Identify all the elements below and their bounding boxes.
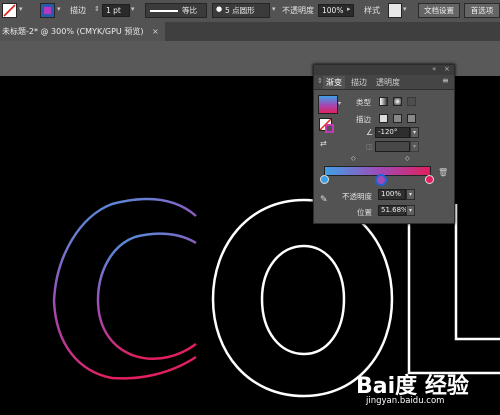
angle-icon: ∠ bbox=[366, 128, 374, 137]
profile-line-icon bbox=[150, 10, 178, 12]
midpoint-diamond-icon[interactable]: ◇ bbox=[351, 155, 356, 162]
panel-tabs: ⇕ 渐变 描边 透明度 ≡ bbox=[314, 75, 454, 90]
stroke-stepper-icon[interactable]: ⇕ bbox=[94, 5, 100, 13]
eyedropper-icon[interactable]: ✎ bbox=[320, 195, 328, 205]
style-dropdown-icon[interactable]: ▾ bbox=[403, 5, 411, 15]
color-stop-right[interactable] bbox=[425, 175, 434, 184]
stroke-along-icon[interactable] bbox=[393, 114, 402, 123]
color-stop-middle[interactable] bbox=[375, 174, 387, 186]
no-fill-icon bbox=[3, 4, 16, 17]
stroke-dropdown-icon[interactable]: ▾ bbox=[57, 5, 65, 15]
brush-dot-icon: ● bbox=[216, 5, 223, 13]
panel-grip-icon: ⇕ bbox=[317, 77, 323, 85]
brush-select[interactable]: ● 5 点圆形 bbox=[212, 3, 270, 18]
aspect-dropdown-icon: ▾ bbox=[410, 141, 419, 152]
stop-opacity-label: 不透明度 bbox=[342, 192, 372, 201]
close-tab-icon[interactable]: × bbox=[152, 27, 159, 36]
watermark-url: jingyan.baidu.com bbox=[366, 396, 445, 406]
angle-input[interactable]: -120° bbox=[375, 127, 410, 138]
control-bar: ▾ ▾ 描边 ⇕ 1 pt ▾ 等比 ● 5 点圆形 ▾ 不透明度 100% ▸… bbox=[0, 0, 500, 23]
trash-icon[interactable]: 🗑 bbox=[438, 168, 448, 177]
linear-gradient-icon[interactable] bbox=[379, 97, 388, 106]
stop-opacity-dropdown-icon[interactable]: ▾ bbox=[406, 189, 415, 200]
brush-dropdown-icon[interactable]: ▾ bbox=[272, 5, 280, 15]
stroke-swatch[interactable] bbox=[40, 3, 55, 18]
baidu-watermark: Bai度 经验 jingyan.baidu.com bbox=[356, 368, 496, 413]
style-label: 样式 bbox=[364, 6, 380, 15]
stroke-within-icon[interactable] bbox=[379, 114, 388, 123]
doc-settings-button[interactable]: 文档设置 bbox=[418, 3, 460, 18]
letter-c-inner-path[interactable] bbox=[96, 232, 197, 360]
gradient-panel: « × ⇕ 渐变 描边 透明度 ≡ ▾ ⇄ 类型 描边 ∠ -120° ▾ ◫ … bbox=[313, 64, 455, 224]
letter-l-inner-path[interactable] bbox=[454, 204, 500, 341]
radial-gradient-icon[interactable] bbox=[393, 97, 402, 106]
aspect-ratio-input bbox=[375, 141, 410, 152]
gradient-preview-swatch[interactable] bbox=[318, 95, 338, 114]
tab-stroke[interactable]: 描边 bbox=[351, 76, 367, 89]
stroke-indicator-icon[interactable] bbox=[325, 124, 334, 133]
aspect-ratio-icon: ◫ bbox=[366, 142, 374, 151]
reverse-gradient-icon[interactable]: ⇄ bbox=[320, 139, 327, 148]
tab-gradient[interactable]: 渐变 bbox=[323, 76, 345, 89]
style-swatch[interactable] bbox=[388, 3, 402, 18]
stop-opacity-input[interactable]: 100% bbox=[378, 189, 406, 200]
document-tab-title: 未标题-2* @ 300% (CMYK/GPU 预览) bbox=[2, 27, 144, 36]
location-dropdown-icon[interactable]: ▾ bbox=[406, 205, 415, 216]
letter-l-outer-path[interactable] bbox=[407, 221, 500, 375]
document-tab[interactable]: 未标题-2* @ 300% (CMYK/GPU 预览) × bbox=[0, 22, 165, 41]
freeform-gradient-icon bbox=[407, 97, 416, 106]
stroke-profile-label: 等比 bbox=[182, 6, 197, 15]
panel-menu-icon[interactable]: ≡ bbox=[442, 76, 449, 85]
stroke-weight-input[interactable]: 1 pt bbox=[102, 4, 130, 17]
document-tab-bar: 未标题-2* @ 300% (CMYK/GPU 预览) × bbox=[0, 22, 500, 42]
stroke-weight-dropdown-icon[interactable]: ▾ bbox=[131, 5, 139, 15]
letter-o-outer-path[interactable] bbox=[211, 198, 394, 398]
type-label: 类型 bbox=[356, 98, 371, 107]
color-stop-left[interactable] bbox=[320, 175, 329, 184]
stroke-profile-select[interactable]: 等比 bbox=[145, 3, 207, 18]
close-panel-icon[interactable]: × bbox=[444, 65, 450, 73]
angle-dropdown-icon[interactable]: ▾ bbox=[410, 127, 419, 138]
fill-swatch[interactable] bbox=[2, 3, 17, 18]
collapse-panel-icon[interactable]: « bbox=[432, 65, 436, 73]
fill-dropdown-icon[interactable]: ▾ bbox=[19, 5, 27, 15]
stroke-across-icon[interactable] bbox=[407, 114, 416, 123]
opacity-label: 不透明度 bbox=[282, 6, 314, 15]
panel-title-bar[interactable]: « × bbox=[314, 65, 454, 75]
opacity-dropdown-icon[interactable]: ▸ bbox=[347, 5, 355, 15]
stroke-label: 描边 bbox=[70, 6, 86, 15]
location-input[interactable]: 51.68% bbox=[378, 205, 408, 216]
brush-label: 5 点圆形 bbox=[225, 6, 255, 15]
location-label: 位置 bbox=[357, 208, 372, 217]
gradient-preview-dropdown-icon[interactable]: ▾ bbox=[338, 100, 341, 107]
preferences-button[interactable]: 首选项 bbox=[464, 3, 500, 18]
letter-o-inner-path[interactable] bbox=[260, 244, 346, 356]
tab-transparency[interactable]: 透明度 bbox=[376, 76, 400, 89]
stroke-inner-icon bbox=[44, 7, 51, 14]
midpoint-diamond-icon[interactable]: ◇ bbox=[405, 155, 410, 162]
panel-stroke-label: 描边 bbox=[356, 115, 371, 124]
